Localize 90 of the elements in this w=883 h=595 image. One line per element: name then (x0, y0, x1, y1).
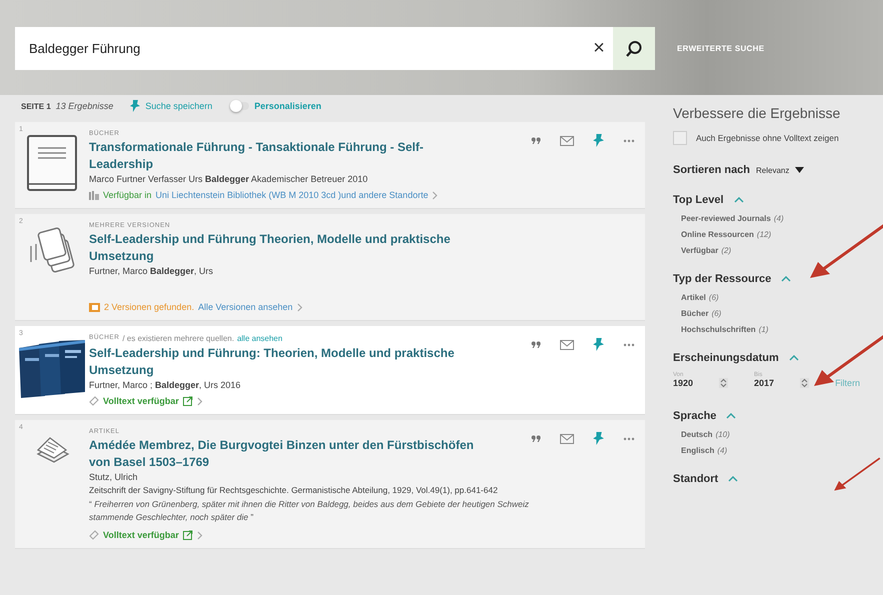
facet-option[interactable]: Verfügbar (681, 246, 718, 255)
link-icon (89, 396, 99, 406)
versions-found: 2 Versionen gefunden. (104, 302, 194, 312)
result-authors: Marco Furtner Verfasser Urs Baldegger Akademischer Betreuer 2010 (89, 174, 369, 184)
mail-icon[interactable] (560, 340, 574, 350)
location-link[interactable]: Uni Liechtenstein Bibliothek (WB M 2010 3cd )und andere Standorte (156, 190, 428, 200)
save-search-link[interactable]: Suche speichern (145, 101, 212, 111)
mail-icon[interactable] (560, 434, 574, 444)
facet-count: (2) (721, 246, 732, 255)
chevron-up-icon[interactable] (726, 413, 736, 419)
result-card[interactable] (15, 122, 645, 209)
result-title[interactable]: Amédée Membrez, Die Burgvogtei Binzen unter den Fürstbischöfen von Basel 1503–1769 (89, 437, 479, 471)
facet-count: (6) (708, 293, 719, 302)
spinner-icon[interactable] (719, 378, 728, 388)
spinner-icon[interactable] (800, 378, 810, 388)
facet-count: (6) (712, 309, 722, 318)
shelf-icon (89, 190, 99, 200)
more-icon[interactable] (623, 138, 635, 142)
facet-count: (4) (717, 446, 728, 455)
quote-icon[interactable] (531, 341, 541, 348)
availability-status: Verfügbar in (103, 190, 152, 200)
more-icon[interactable] (623, 342, 635, 346)
personalize-link[interactable]: Personalisieren (254, 101, 322, 111)
fulltext-link[interactable]: Volltext verfügbar (103, 530, 179, 540)
chevron-right-icon[interactable] (296, 302, 303, 312)
facet-heading[interactable]: Typ der Ressource (673, 273, 772, 285)
more-icon[interactable] (623, 436, 635, 440)
checkbox-label[interactable]: Auch Ergebnisse ohne Volltext zeigen (696, 133, 839, 143)
pin-icon[interactable] (593, 338, 604, 351)
chevron-up-icon[interactable] (734, 197, 744, 203)
toggle-switch[interactable] (231, 102, 250, 110)
result-authors: Furtner, Marco ; Baldegger, Urs 2016 (89, 380, 242, 390)
versions-icon (89, 302, 100, 312)
source-text: Zeitschrift der Savigny-Stiftung für Rechtsgeschichte. Germanistische Abteilung, 1929, Vol.49(1), pp.641-642 (89, 485, 499, 495)
facet-count: (10) (716, 430, 730, 439)
all-versions-link[interactable]: Alle Versionen ansehen (198, 302, 293, 312)
sort-label: Sortieren nach (673, 164, 750, 176)
facet-option[interactable]: Peer-reviewed Journals (681, 214, 771, 223)
search-button[interactable] (613, 27, 655, 70)
fulltext-link[interactable]: Volltext verfügbar (103, 396, 179, 406)
facet-count: (12) (756, 230, 772, 239)
chevron-up-icon[interactable] (728, 476, 738, 482)
chevron-right-icon[interactable] (196, 530, 203, 540)
facet-option[interactable]: Bücher (681, 309, 709, 318)
facet-option[interactable]: Englisch (681, 446, 714, 455)
mail-icon[interactable] (560, 136, 574, 146)
sidebar-title: Verbessere die Ergebnisse (673, 105, 842, 121)
facet-heading[interactable]: Top Level (673, 194, 724, 206)
pin-icon[interactable] (593, 134, 604, 147)
advanced-search-link[interactable]: ERWEITERTE SUCHE (677, 44, 764, 53)
dropdown-icon[interactable] (795, 167, 804, 173)
search-field[interactable]: Baldegger Führung (15, 27, 585, 70)
chevron-right-icon[interactable] (196, 396, 203, 406)
pin-icon (130, 100, 140, 112)
result-title[interactable]: Self-Leadership und Führung Theorien, Modelle und praktische Umsetzung (89, 231, 479, 265)
checkbox[interactable] (673, 131, 687, 145)
quote-icon[interactable] (531, 137, 541, 144)
facet-option[interactable]: Online Ressourcen (681, 230, 754, 239)
result-title[interactable]: Self-Leadership und Führung: Theorien, Modelle und praktische Umsetzung (89, 345, 479, 379)
facet-count: (4) (774, 214, 784, 223)
facet-heading[interactable]: Erscheinungsdatum (673, 352, 779, 364)
quote-icon[interactable] (531, 435, 541, 442)
facet-heading[interactable]: Standort (673, 473, 718, 485)
link-icon (89, 530, 99, 540)
year-field[interactable]: 2017 (754, 378, 774, 388)
result-card[interactable] (15, 420, 645, 549)
search-icon (625, 40, 643, 58)
snippet-text: “ Freiherren von Grünenberg, später mit ihnen die Ritter von Baldegg, beides aus dem Gebiete der heutigen Schweiz stammende Geschlechter, noch später die ” (89, 498, 529, 524)
page-label: SEITE 1 (21, 102, 51, 110)
result-count: 13 Ergebnisse (56, 101, 114, 111)
external-link-icon (182, 530, 193, 540)
facet-heading[interactable]: Sprache (673, 410, 716, 422)
facet-option[interactable]: Deutsch (681, 430, 713, 439)
type-note: / es existieren mehrere quellen. (122, 334, 234, 343)
view-all-link[interactable]: alle ansehen (237, 334, 282, 343)
result-authors: Stutz, Ulrich (89, 472, 139, 482)
facet-count: (1) (758, 325, 768, 334)
result-authors: Furtner, Marco Baldegger, Urs (89, 266, 214, 276)
sort-dropdown[interactable]: Relevanz (756, 166, 790, 174)
facet-option[interactable]: Hochschulschriften (681, 325, 756, 334)
external-link-icon (182, 396, 193, 406)
chevron-up-icon[interactable] (781, 276, 792, 282)
result-title[interactable]: Transformationale Führung - Tansaktionale Führung - Self-Leadership (89, 139, 479, 173)
clear-button[interactable]: × (585, 27, 613, 70)
book-icon (26, 134, 78, 194)
year-field[interactable]: 1920 (673, 378, 694, 388)
chevron-up-icon[interactable] (788, 355, 799, 361)
facet-option[interactable]: Artikel (681, 293, 706, 302)
chevron-right-icon[interactable] (432, 190, 438, 200)
pin-icon[interactable] (593, 432, 604, 445)
